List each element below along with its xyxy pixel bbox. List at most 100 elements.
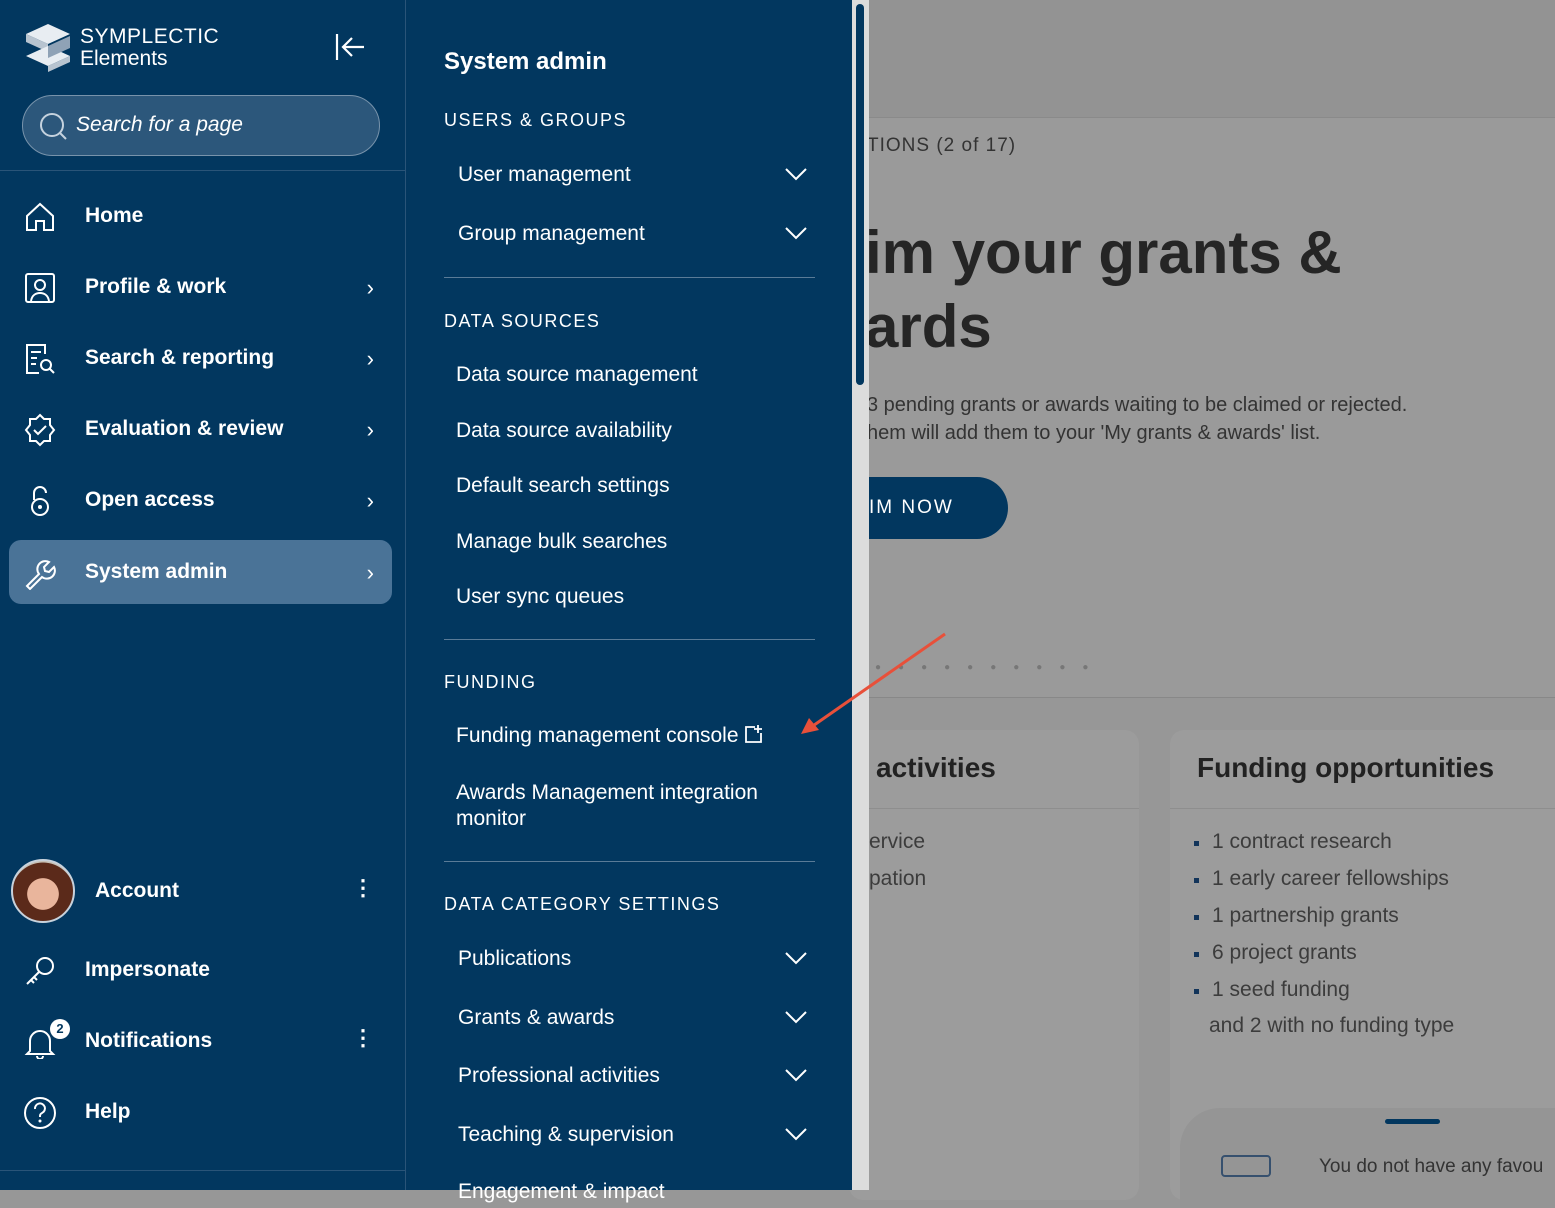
- funding-opportunities-title: Funding opportunities: [1197, 752, 1495, 783]
- activities-card-title: activities: [876, 752, 996, 783]
- menu-item-label: User management: [458, 163, 631, 186]
- sidebar-item-label: System admin: [85, 560, 228, 583]
- annotation-arrow-icon: [801, 632, 946, 734]
- section-divider: [444, 861, 815, 862]
- badge-check-icon: [24, 413, 56, 447]
- menu-item-awards-integration-monitor[interactable]: Awards Management integration monitor: [456, 780, 801, 832]
- sidebar-item-label: Profile & work: [85, 275, 227, 298]
- menu-item-publications[interactable]: Publications: [458, 947, 808, 971]
- home-icon: [26, 202, 54, 231]
- activities-line: pation: [869, 867, 927, 890]
- sidebar-item-search-reporting[interactable]: Search & reporting ›: [9, 326, 392, 390]
- section-heading: USERS & GROUPS: [444, 110, 628, 130]
- more-options-icon[interactable]: ⋮: [352, 875, 374, 901]
- wrench-icon: [25, 560, 56, 590]
- menu-item-label: Publications: [458, 947, 572, 970]
- collapse-sidebar-button[interactable]: [334, 32, 368, 64]
- sidebar-item-system-admin[interactable]: System admin ›: [9, 540, 392, 604]
- section-divider: [444, 277, 815, 278]
- menu-item-user-sync-queues[interactable]: User sync queues: [456, 585, 806, 609]
- search-placeholder: Search for a page: [76, 113, 243, 136]
- menu-item-label: Professional activities: [458, 1064, 660, 1087]
- sidebar-item-label: Impersonate: [85, 958, 210, 981]
- menu-item-user-management[interactable]: User management: [458, 163, 808, 187]
- external-link-icon: [745, 725, 763, 743]
- dashboard-background: TIONS (2 of 17) im your grants & ards 3 …: [829, 0, 1555, 1208]
- symplectic-logo[interactable]: SYMPLECTIC Elements: [24, 22, 224, 74]
- sidebar-item-account[interactable]: Account ⋮: [9, 859, 392, 923]
- sidebar-item-profile-work[interactable]: Profile & work ›: [9, 255, 392, 319]
- favourites-illustration-icon: [1221, 1155, 1271, 1177]
- sidebar-item-impersonate[interactable]: Impersonate: [9, 938, 392, 1002]
- more-options-icon[interactable]: ⋮: [352, 1025, 374, 1051]
- chevron-right-icon: ›: [366, 275, 374, 300]
- sidebar: SYMPLECTIC Elements Search for a page Ho…: [0, 0, 406, 1190]
- menu-item-data-source-management[interactable]: Data source management: [456, 363, 806, 387]
- menu-item-default-search-settings[interactable]: Default search settings: [456, 474, 806, 498]
- chevron-down-icon: [784, 945, 808, 975]
- page-search-input[interactable]: Search for a page: [22, 95, 380, 156]
- menu-item-group-management[interactable]: Group management: [458, 222, 808, 246]
- chevron-down-icon: [784, 1062, 808, 1092]
- activities-line: ervice: [869, 830, 926, 853]
- sidebar-item-label: Help: [85, 1100, 131, 1123]
- chevron-down-icon: [784, 1004, 808, 1034]
- carousel-label: TIONS (2 of 17): [867, 135, 1017, 156]
- chevron-right-icon: ›: [366, 488, 374, 513]
- sidebar-divider: [0, 1170, 405, 1171]
- chevron-right-icon: ›: [366, 417, 374, 442]
- sidebar-divider: [0, 170, 405, 171]
- menu-item-engagement-impact[interactable]: Engagement & impact: [458, 1180, 808, 1204]
- sidebar-item-label: Search & reporting: [85, 346, 275, 369]
- sidebar-item-label: Open access: [85, 488, 215, 511]
- menu-item-grants-awards[interactable]: Grants & awards: [458, 1006, 808, 1030]
- menu-item-funding-management-console[interactable]: Funding management console: [456, 724, 764, 748]
- activities-card: [849, 730, 1139, 1200]
- favourites-empty-text: You do not have any favou: [1319, 1156, 1544, 1177]
- funding-item: 1 contract research: [1194, 830, 1392, 854]
- search-icon: [40, 113, 67, 140]
- menu-item-professional-activities[interactable]: Professional activities: [458, 1064, 808, 1088]
- funding-opportunities-card: [1170, 730, 1555, 1208]
- profile-icon: [25, 273, 55, 303]
- claim-now-label: IM NOW: [869, 497, 954, 518]
- chevron-down-icon: [784, 220, 808, 250]
- sidebar-item-evaluation-review[interactable]: Evaluation & review ›: [9, 397, 392, 461]
- sidebar-item-help[interactable]: Help: [9, 1080, 392, 1144]
- menu-item-teaching-supervision[interactable]: Teaching & supervision: [458, 1123, 808, 1147]
- menu-item-label: Teaching & supervision: [458, 1123, 674, 1146]
- lock-open-icon: [31, 486, 49, 516]
- sidebar-item-notifications[interactable]: 2 Notifications ⋮: [9, 1009, 392, 1073]
- scrollbar-thumb[interactable]: [856, 4, 864, 385]
- chevron-right-icon: ›: [366, 560, 374, 585]
- menu-item-label: Grants & awards: [458, 1006, 615, 1029]
- menu-item-data-source-availability[interactable]: Data source availability: [456, 419, 806, 443]
- menu-item-manage-bulk-searches[interactable]: Manage bulk searches: [456, 530, 806, 554]
- funding-item: 1 early career fellowships: [1194, 867, 1449, 891]
- section-divider: [444, 639, 815, 640]
- sidebar-item-label: Account: [95, 879, 179, 902]
- carousel-headline: im your grants &: [865, 219, 1342, 286]
- section-heading: DATA CATEGORY SETTINGS: [444, 894, 721, 914]
- sidebar-item-open-access[interactable]: Open access ›: [9, 468, 392, 532]
- sidebar-item-home[interactable]: Home: [9, 184, 392, 248]
- submenu-title: System admin: [444, 48, 607, 75]
- logo-mark-icon: [26, 24, 70, 72]
- logo-text: SYMPLECTIC: [80, 25, 220, 48]
- section-heading: DATA SOURCES: [444, 311, 601, 331]
- carousel-desc-2: hem will add them to your 'My grants & a…: [867, 422, 1321, 444]
- carousel-desc: 3 pending grants or awards waiting to be…: [867, 394, 1408, 416]
- funding-item: 6 project grants: [1194, 941, 1357, 965]
- key-icon: [26, 957, 54, 985]
- chevron-down-icon: [784, 1121, 808, 1151]
- report-search-icon: [26, 344, 55, 374]
- funding-item: 1 partnership grants: [1194, 904, 1399, 928]
- sidebar-item-label: Evaluation & review: [85, 417, 284, 440]
- system-admin-submenu: System admin USERS & GROUPS User managem…: [406, 0, 852, 1203]
- carousel-headline-2: ards: [865, 293, 992, 360]
- funding-footer: and 2 with no funding type: [1209, 1014, 1455, 1037]
- help-icon: [24, 1097, 56, 1129]
- menu-item-label: Group management: [458, 222, 645, 245]
- sidebar-item-label: Notifications: [85, 1029, 213, 1052]
- menu-item-label: Funding management console: [456, 724, 739, 747]
